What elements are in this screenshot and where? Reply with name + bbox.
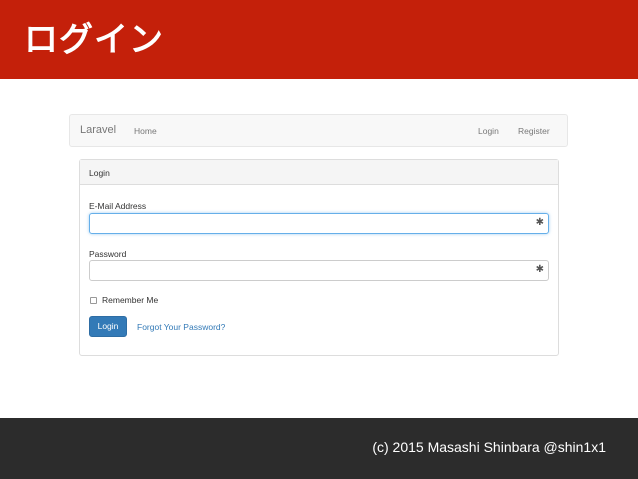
forgot-password-link[interactable]: Forgot Your Password? — [137, 322, 225, 332]
panel-heading: Login — [80, 160, 558, 185]
remember-me-label[interactable]: Remember Me — [102, 295, 158, 305]
nav-register-link[interactable]: Register — [518, 126, 550, 136]
panel-title: Login — [89, 168, 110, 178]
slide-header: ログイン — [0, 0, 638, 79]
required-icon: ✱ — [535, 264, 544, 275]
navbar: Laravel Home Login Register — [69, 114, 568, 147]
login-button[interactable]: Login — [89, 316, 127, 337]
brand-link[interactable]: Laravel — [80, 124, 116, 136]
password-label: Password — [89, 249, 127, 259]
login-screenshot: Laravel Home Login Register Login E-Mail… — [69, 114, 569, 364]
nav-login-link[interactable]: Login — [478, 126, 499, 136]
required-icon: ✱ — [535, 217, 544, 228]
remember-me-checkbox[interactable] — [90, 297, 97, 304]
password-input[interactable]: ✱ — [89, 260, 549, 281]
nav-home-link[interactable]: Home — [134, 126, 157, 136]
copyright-text: (c) 2015 Masashi Shinbara @shin1x1 — [372, 439, 606, 455]
email-input[interactable]: ✱ — [89, 213, 549, 234]
slide-title: ログイン — [24, 20, 164, 60]
login-panel: Login E-Mail Address ✱ Password ✱ Rememb… — [79, 159, 559, 356]
slide-footer: (c) 2015 Masashi Shinbara @shin1x1 — [0, 418, 638, 479]
email-label: E-Mail Address — [89, 201, 147, 211]
